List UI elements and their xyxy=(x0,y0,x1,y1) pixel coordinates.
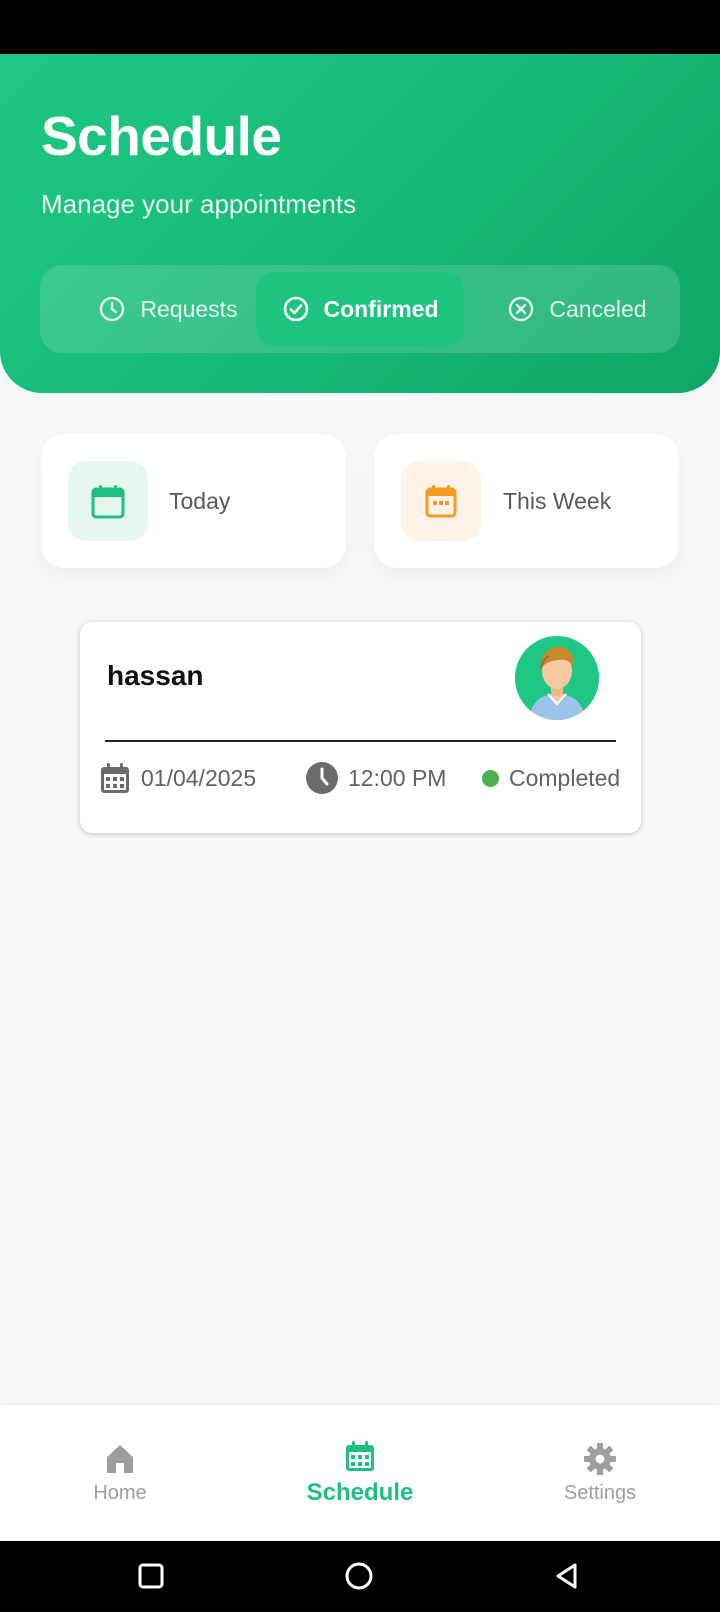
calendar-grid-icon xyxy=(425,485,457,518)
nav-settings[interactable]: Settings xyxy=(540,1405,660,1541)
gear-icon xyxy=(584,1442,616,1475)
nav-schedule-label: Schedule xyxy=(306,1479,414,1506)
tab-confirmed[interactable]: Confirmed xyxy=(256,272,464,346)
appointment-time: 12:00 PM xyxy=(305,758,446,798)
card-divider xyxy=(105,740,616,742)
header: Schedule Manage your appointments Reques… xyxy=(0,54,720,393)
person-avatar-icon xyxy=(515,636,599,720)
stat-label-today: Today xyxy=(169,487,231,514)
tab-confirmed-label: Confirmed xyxy=(323,295,439,322)
stat-icon-box xyxy=(401,461,481,541)
check-circle-icon xyxy=(283,296,308,322)
tab-requests[interactable]: Requests xyxy=(70,272,266,346)
back-button-icon[interactable] xyxy=(552,1561,582,1591)
nav-schedule[interactable]: Schedule xyxy=(285,1405,435,1541)
page-title: Schedule xyxy=(41,105,282,167)
patient-name: hassan xyxy=(107,660,204,691)
calendar-icon xyxy=(101,763,129,793)
x-circle-icon xyxy=(509,296,534,322)
tab-requests-label: Requests xyxy=(140,295,238,322)
tab-canceled[interactable]: Canceled xyxy=(488,272,666,346)
page-subtitle: Manage your appointments xyxy=(41,189,357,219)
system-navigation-bar xyxy=(0,1541,720,1612)
tab-bar: Requests Confirmed Canceled xyxy=(40,265,680,353)
stat-card-today[interactable]: Today xyxy=(41,434,346,568)
tab-canceled-label: Canceled xyxy=(549,295,647,322)
stat-icon-box xyxy=(68,461,148,541)
appointment-card[interactable]: hassan 01/04/2025 12:00 PM Completed xyxy=(80,622,641,833)
status-badge: Completed xyxy=(482,758,620,798)
avatar xyxy=(515,636,599,720)
stat-label-this-week: This Week xyxy=(503,487,612,514)
status-label: Completed xyxy=(509,764,621,791)
nav-settings-label: Settings xyxy=(563,1481,637,1504)
recents-button-icon[interactable] xyxy=(136,1561,166,1591)
stat-card-this-week[interactable]: This Week xyxy=(374,434,679,568)
calendar-icon xyxy=(91,485,125,519)
nav-home-label: Home xyxy=(93,1481,147,1504)
home-icon xyxy=(107,1444,133,1473)
bottom-nav: Home Schedule Settings xyxy=(0,1405,720,1541)
status-dot xyxy=(482,769,499,787)
home-button-icon[interactable] xyxy=(344,1561,374,1591)
appointment-date-value: 01/04/2025 xyxy=(141,764,257,791)
appointment-date: 01/04/2025 xyxy=(98,758,256,798)
calendar-icon xyxy=(346,1441,374,1471)
clock-icon xyxy=(100,296,125,322)
clock-icon xyxy=(306,762,338,794)
nav-home[interactable]: Home xyxy=(60,1405,180,1541)
appointment-time-value: 12:00 PM xyxy=(348,764,447,791)
status-bar xyxy=(0,0,720,54)
